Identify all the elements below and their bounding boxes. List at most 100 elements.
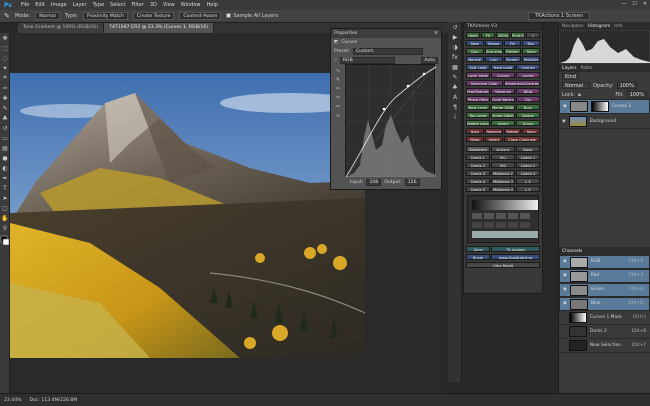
tk-overlay-button[interactable]: Overlay [516, 64, 540, 70]
tk-fx-button[interactable]: FX [481, 32, 495, 38]
tab-main-document[interactable]: 7471047.CR2 @ 23.3% (Curves 1, RGB/16) [104, 23, 214, 33]
tk-layer-mask-button[interactable]: Layer Mask [466, 72, 490, 78]
tk-clip-button[interactable]: Clip [516, 96, 540, 102]
tk-curves-button[interactable]: Curves [491, 72, 515, 78]
channel-row-green[interactable]: ◉ Green Ctrl+4 [559, 283, 650, 297]
visibility-eye-icon[interactable]: ◉ [563, 273, 567, 279]
gradient-icon[interactable]: ▤ [0, 143, 10, 153]
tab-tone-gradient[interactable]: Tone Gradient @ 100% (RGB/16) [18, 23, 105, 33]
tk-levels-button[interactable]: Levels [516, 72, 540, 78]
tk-smart-object-button[interactable]: Smart Object [491, 112, 515, 118]
tk-color-balance-button[interactable]: Color Balance [491, 96, 515, 102]
curve-point-icon[interactable]: ∿ [334, 66, 342, 75]
tk-screen-button[interactable]: Screen [503, 56, 522, 62]
tk-darks1-button[interactable]: Darks 1 [466, 154, 490, 160]
tk-invert-button[interactable]: Invert [491, 120, 515, 126]
tk-darks3-button[interactable]: Darks 3 [466, 170, 490, 176]
tk-actions-button[interactable]: TK Actions [491, 246, 540, 252]
tk-open-button[interactable]: Open [466, 32, 480, 38]
tk-close-channels-button[interactable]: Close Channels [504, 136, 540, 142]
tk-photo-filter-button[interactable]: Photo Filter [466, 96, 490, 102]
adjustments-icon[interactable]: ◑ [448, 42, 462, 52]
channel-row-red[interactable]: ◉ Red Ctrl+3 [559, 269, 650, 283]
tk-dodge-button[interactable]: Dodge [516, 112, 540, 118]
tk-auto-button[interactable]: Auto [466, 128, 484, 134]
tk-mask-button[interactable]: Mask [466, 136, 484, 142]
workspace-select[interactable]: TKActions 1 Screen [527, 12, 590, 20]
tk-print-size-button[interactable]: Print Size [511, 32, 525, 38]
eyedropper-icon[interactable]: ✑ [0, 83, 10, 93]
color-swatches-icon[interactable] [0, 233, 10, 249]
tk-remove-button[interactable]: Remove [484, 128, 503, 134]
tk-100-button[interactable]: 100% [496, 32, 510, 38]
visibility-eye-icon[interactable]: ◉ [562, 119, 566, 124]
channel-row-blue[interactable]: ◉ Blue Ctrl+5 [559, 297, 650, 311]
tk-m1-button[interactable]: M/1 [491, 154, 515, 160]
opacity-field[interactable]: 100% [616, 82, 637, 89]
create-texture-button[interactable]: Create Texture [132, 12, 175, 20]
type-icon[interactable]: T [0, 183, 10, 193]
menu-layer[interactable]: Layer [73, 2, 87, 8]
tk-brush-button[interactable]: Brush [466, 254, 491, 260]
tk-flatten-button[interactable]: Flatten [503, 48, 522, 54]
tk-hard-light-button[interactable]: Hard Light [491, 64, 515, 70]
blur-icon[interactable]: ● [0, 153, 10, 163]
menu-type[interactable]: Type [93, 2, 104, 8]
visibility-eye-icon[interactable]: ◉ [563, 259, 567, 265]
menu-select[interactable]: Select [110, 2, 125, 8]
lock-icon[interactable]: 🔒︎ [578, 92, 581, 98]
shape-icon[interactable]: ▢ [0, 203, 10, 213]
menu-file[interactable]: File [21, 2, 29, 8]
preset-select[interactable]: Custom [352, 48, 423, 55]
gray-eyedropper-icon[interactable]: ✑ [334, 93, 342, 102]
tk-new-layer-button[interactable]: New Layer [466, 104, 490, 110]
tk-l5-button[interactable]: L 5 [516, 186, 540, 192]
tk-lights1-button[interactable]: Lights 1 [516, 154, 540, 160]
tk-blur-button[interactable]: Blur [522, 40, 540, 46]
tk-rotate-button[interactable]: Rotate [503, 128, 522, 134]
tk-normal-button[interactable]: Normal [466, 56, 484, 62]
tk-lum-button[interactable]: Lum [484, 56, 503, 62]
zoom-level[interactable]: 23.44% [4, 398, 22, 403]
pen-icon[interactable]: ✒ [0, 173, 10, 183]
menu-window[interactable]: Window [181, 2, 201, 8]
tk-select-button[interactable]: Select [485, 136, 503, 142]
black-eyedropper-icon[interactable]: ✑ [334, 84, 342, 93]
brush-icon[interactable]: ✎ [0, 103, 10, 113]
tk-darks4-button[interactable]: Darks 4 [466, 178, 490, 184]
pencil-icon[interactable]: ✎ [334, 75, 342, 84]
tk-zone-grid[interactable] [467, 195, 539, 243]
content-aware-button[interactable]: Content-Aware [179, 12, 222, 20]
minimize-icon[interactable]: — [621, 1, 626, 7]
crop-icon[interactable]: ⌗ [0, 73, 10, 83]
info-icon[interactable]: i [448, 112, 462, 122]
brushes-icon[interactable]: ✎ [448, 72, 462, 82]
clone-source-icon[interactable]: ♣ [448, 82, 462, 92]
fill-field[interactable]: 100% [626, 91, 647, 98]
zoom-icon[interactable]: ⚲ [0, 223, 10, 233]
close-icon[interactable]: ✕ [643, 1, 647, 7]
tk-selective-color-button[interactable]: Selective Color [466, 80, 503, 86]
tk-multiply-button[interactable]: Multiply [522, 56, 540, 62]
menu-help[interactable]: Help [207, 2, 218, 8]
move-icon[interactable]: ✥ [0, 33, 10, 43]
paragraph-icon[interactable]: ¶ [448, 102, 462, 112]
tab-info[interactable]: Info [614, 24, 622, 29]
actions-icon[interactable]: ▶ [448, 32, 462, 42]
smooth-icon[interactable]: ≈ [334, 111, 342, 120]
stamp-icon[interactable]: ♣ [0, 113, 10, 123]
history-icon[interactable]: ↺ [448, 22, 462, 32]
tk-midtones3-button[interactable]: Midtones 3 [491, 178, 515, 184]
tk-merge-visible-button[interactable]: Merge Visible [491, 104, 515, 110]
tk-lights3-button[interactable]: Lights 3 [516, 170, 540, 176]
tk-darks5-button[interactable]: Darks 5 [466, 186, 490, 192]
input-field[interactable]: 108 [366, 179, 382, 186]
panel-menu-icon[interactable]: ≡ [434, 31, 438, 36]
tk-bw-button[interactable]: B&W [516, 88, 540, 94]
white-eyedropper-icon[interactable]: ✑ [334, 102, 342, 111]
auto-button[interactable]: Auto [421, 57, 438, 64]
channel-row-darks2[interactable]: ◉ Darks 2 Ctrl+6 [559, 325, 650, 339]
layer-row-curves[interactable]: ◉ Curves 1 [559, 99, 650, 114]
menu-filter[interactable]: Filter [131, 2, 143, 8]
character-icon[interactable]: A [448, 92, 462, 102]
